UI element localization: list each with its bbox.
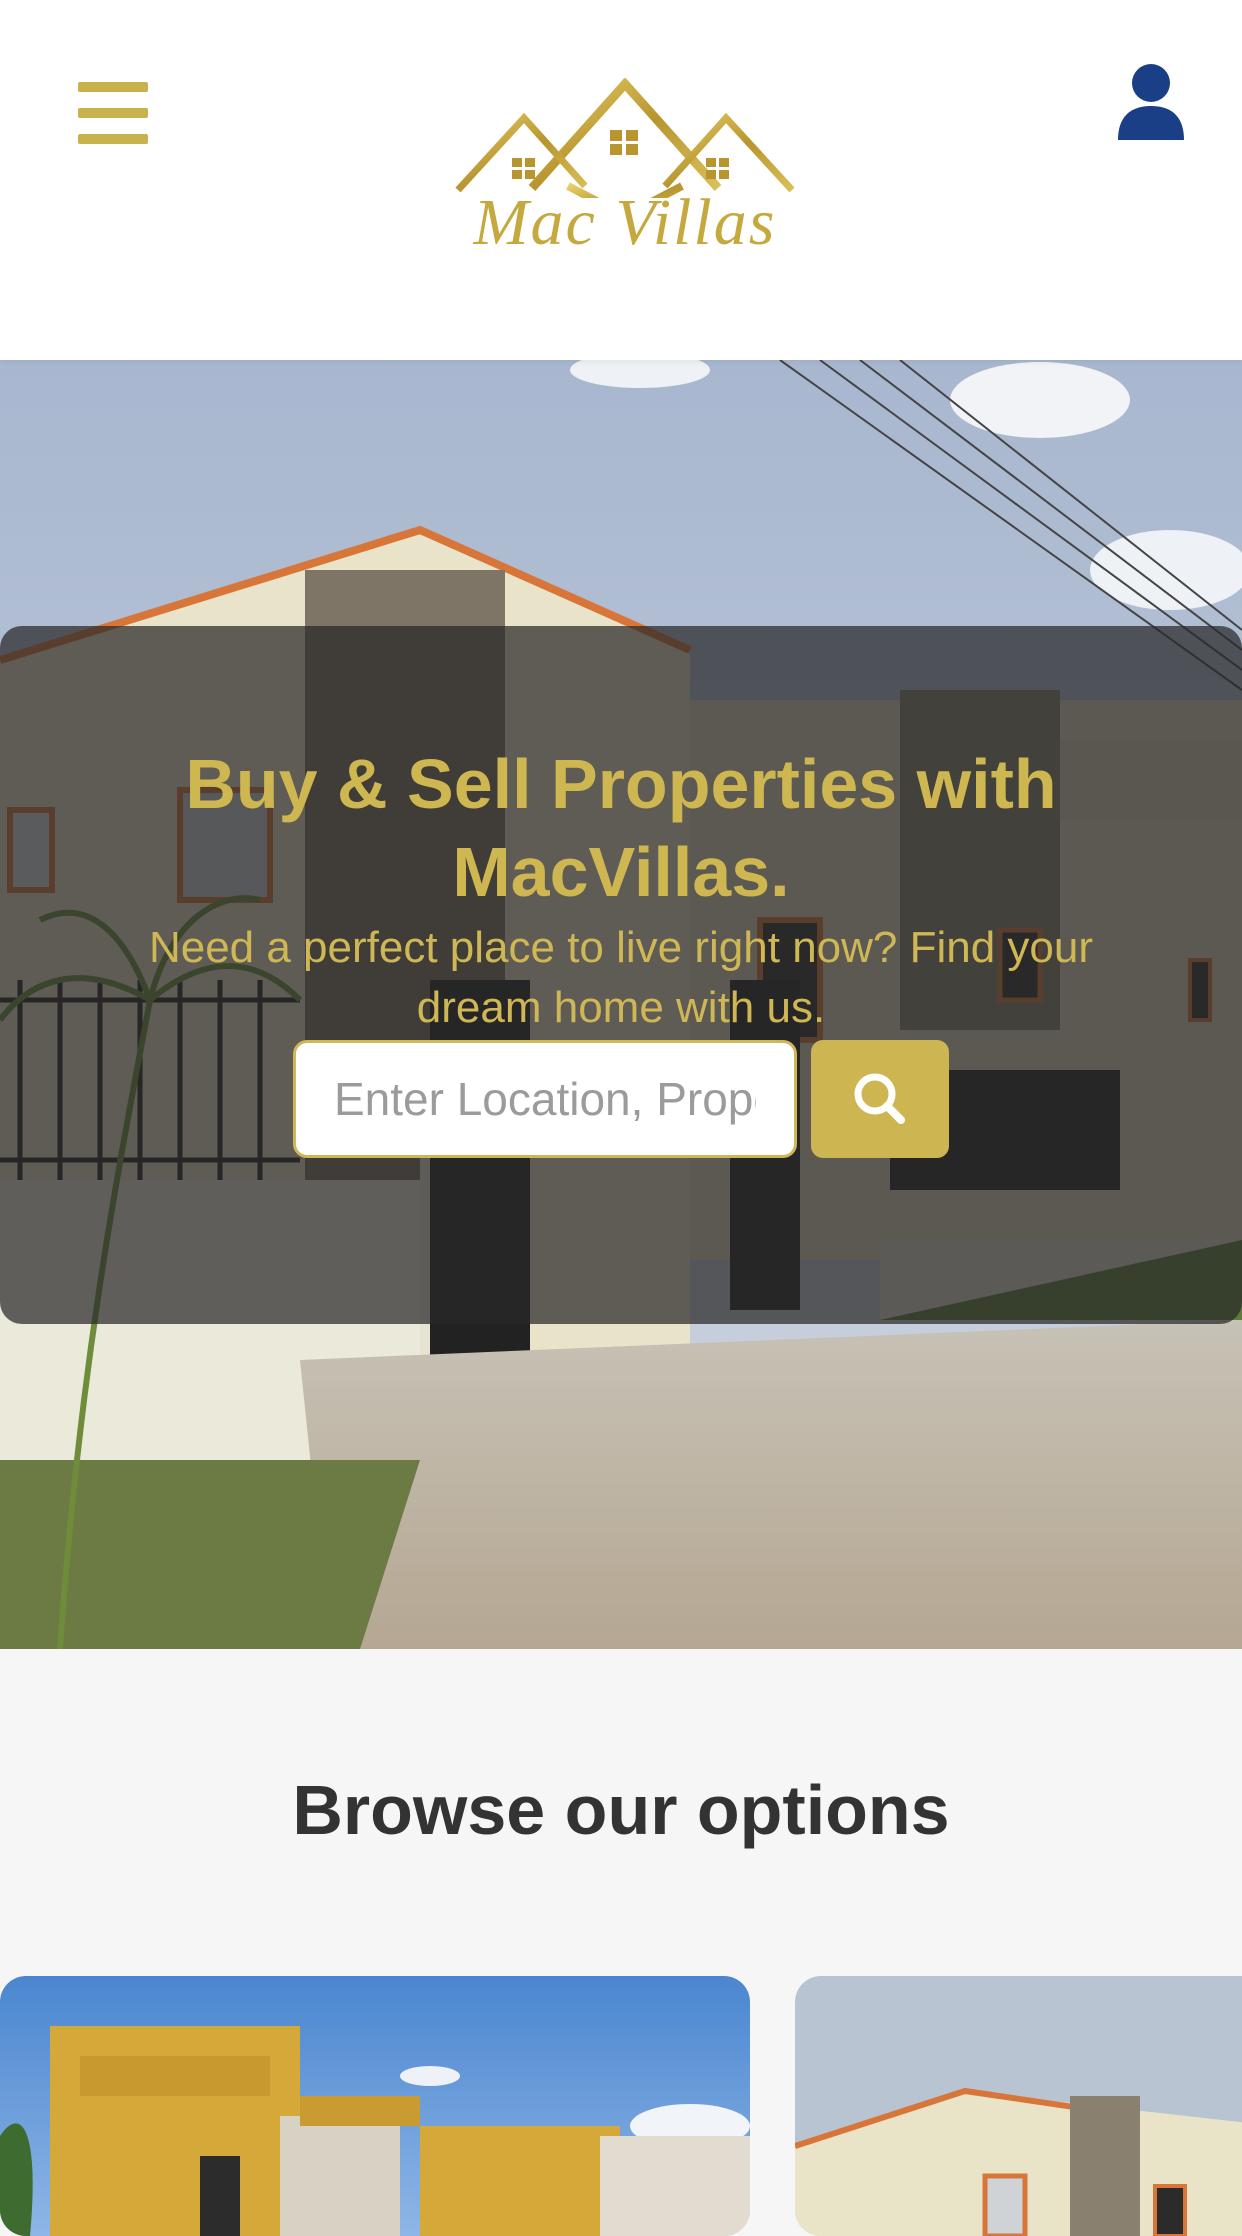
user-account-button[interactable] bbox=[1116, 62, 1186, 142]
hero-subtitle: Need a perfect place to live right now? … bbox=[148, 923, 1094, 1032]
brand-name: Mac Villas bbox=[473, 186, 777, 259]
hamburger-menu-button[interactable] bbox=[78, 82, 148, 144]
hero-title: Buy & Sell Properties with MacVillas. bbox=[185, 745, 1057, 911]
option-card-image bbox=[0, 1976, 750, 2236]
hamburger-line bbox=[78, 108, 148, 118]
browse-section-title: Browse our options bbox=[292, 1771, 950, 1849]
hamburger-line bbox=[78, 134, 148, 144]
option-card-image bbox=[795, 1976, 1242, 2236]
search-button[interactable] bbox=[811, 1040, 949, 1158]
brand-logo[interactable]: Mac Villas bbox=[450, 78, 800, 278]
option-card[interactable] bbox=[0, 1976, 750, 2236]
option-card[interactable] bbox=[795, 1976, 1242, 2236]
hero-section: Buy & Sell Properties with MacVillas. Ne… bbox=[0, 360, 1242, 1649]
search-input[interactable] bbox=[293, 1040, 797, 1158]
search-icon bbox=[854, 1073, 905, 1124]
hamburger-line bbox=[78, 82, 148, 92]
site-header: Mac Villas bbox=[0, 0, 1242, 360]
house-roof-logo-icon bbox=[455, 78, 795, 198]
user-icon bbox=[1118, 64, 1184, 140]
